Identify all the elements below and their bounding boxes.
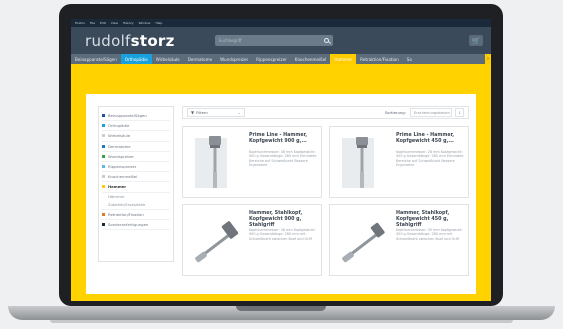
content-panel: Beinapparate/Sägen Orthopädie Wirbelsäul…: [86, 94, 476, 294]
page-background: Beinapparate/Sägen Orthopädie Wirbelsäul…: [71, 64, 491, 301]
sidebar-item-label: Retraktion/Fixation: [108, 211, 144, 217]
sidebar-item-label: Beinapparate/Sägen: [108, 113, 147, 119]
category-color-icon: [102, 185, 105, 189]
category-color-icon: [102, 114, 105, 118]
category-color-icon: [102, 165, 105, 169]
sidebar-item-label: Wirbelsäule: [108, 133, 131, 139]
category-sidebar: Beinapparate/Sägen Orthopädie Wirbelsäul…: [98, 106, 174, 262]
sidebar-item-label: Hammer: [108, 184, 127, 190]
product-card[interactable]: Prime Line - Hammer, Kopfgewicht 900 g,.…: [182, 126, 322, 198]
nav-item-wundspreizer[interactable]: Wundspreizer: [216, 54, 252, 64]
nav-item-hammer[interactable]: Hammer: [330, 54, 357, 64]
sidebar-item-sonderanfertigungen[interactable]: Sonderanfertigungen: [102, 220, 170, 230]
logo-text: rudolf: [85, 31, 131, 50]
category-color-icon: [102, 222, 105, 226]
menubar-item[interactable]: Edit: [100, 21, 106, 25]
cart-icon: 🛒: [471, 36, 481, 45]
site-logo[interactable]: rudolfstorz: [85, 32, 175, 50]
nav-item-wirbelsaeule[interactable]: Wirbelsäule: [152, 54, 184, 64]
nav-scroll-right-icon[interactable]: ›: [485, 54, 491, 64]
category-color-icon: [102, 154, 105, 158]
menubar-item[interactable]: File: [90, 21, 95, 25]
os-menubar: Firefox File Edit View History Window He…: [71, 19, 491, 27]
sidebar-item-label: Sonderanfertigungen: [108, 221, 149, 227]
nav-item-beinapparate[interactable]: Beinapparate/Sägen: [71, 54, 121, 64]
product-description: Kopfdurchmesser: 28 mm Kopfgewicht: 450 …: [396, 150, 464, 168]
product-image-steel-hammer-900[interactable]: [189, 210, 245, 270]
filter-icon: ▼: [191, 110, 195, 115]
sort-direction-button[interactable]: ↓: [455, 108, 464, 117]
product-title[interactable]: Hammer, Stahlkopf, Kopfgewicht 450 g, St…: [396, 211, 464, 229]
laptop-hinge-notch: [236, 306, 326, 311]
nav-item-rippenspreizer[interactable]: Rippenspreizer: [252, 54, 291, 64]
menubar-item[interactable]: Help: [155, 21, 162, 25]
sidebar-item-label: Orthopädie: [108, 123, 130, 129]
search-input[interactable]: Suchbegriff: [214, 35, 333, 46]
category-color-icon: [102, 212, 105, 216]
menubar-item[interactable]: View: [111, 21, 118, 25]
product-description: Kopfdurchmesser: 36 mm Kopfgewicht: 900 …: [249, 150, 317, 168]
search-placeholder: Suchbegriff: [218, 38, 242, 43]
sidebar-item-beinapparate[interactable]: Beinapparate/Sägen: [102, 111, 170, 122]
nav-item-knochenmeissel[interactable]: Knochenmeißel: [291, 54, 331, 64]
menubar-item[interactable]: Firefox: [75, 21, 85, 25]
sort-label: Sortierung:: [384, 110, 406, 115]
category-color-icon: [102, 175, 105, 179]
sidebar-subitem-zubehoer[interactable]: Zubehör/Ersatzteile: [102, 200, 170, 210]
sidebar-item-label: Wundspreizer: [108, 153, 134, 159]
nav-item-dermatome[interactable]: Dermatome: [184, 54, 216, 64]
nav-item-retraktion[interactable]: Retraktion/Fixation: [356, 54, 403, 64]
sidebar-item-rippenspreizer[interactable]: Rippenspreizer: [102, 162, 170, 173]
sidebar-item-hammer[interactable]: Hammer: [102, 182, 170, 193]
nav-item-orthopaedie[interactable]: Orthopädie: [120, 54, 152, 64]
sidebar-item-label: Dermatome: [108, 143, 131, 149]
product-title[interactable]: Hammer, Stahlkopf, Kopfgewicht 900 g, St…: [249, 211, 317, 229]
menubar-item[interactable]: Window: [139, 21, 151, 25]
category-color-icon: [102, 134, 105, 138]
logo-text-bold: storz: [130, 31, 175, 50]
sidebar-subitem-haemmer[interactable]: Hämmer: [102, 193, 170, 200]
laptop-screen: Firefox File Edit View History Window He…: [71, 19, 491, 301]
category-color-icon: [102, 124, 105, 128]
sidebar-item-wundspreizer[interactable]: Wundspreizer: [102, 152, 170, 162]
site-header: rudolfstorz Suchbegriff 🛒: [71, 27, 491, 54]
sidebar-item-label: Knochenmeißel: [108, 174, 138, 180]
product-card[interactable]: Prime Line - Hammer, Kopfgewicht 450 g,.…: [329, 126, 469, 198]
product-card[interactable]: Hammer, Stahlkopf, Kopfgewicht 900 g, St…: [182, 204, 322, 276]
product-image-prime-hammer-900[interactable]: [189, 132, 245, 192]
filter-button[interactable]: ▼ Filtern ⌄: [187, 108, 245, 117]
sidebar-item-retraktion[interactable]: Retraktion/Fixation: [102, 210, 170, 220]
filter-label: Filtern: [196, 110, 208, 115]
cart-button[interactable]: 🛒: [469, 35, 483, 46]
product-title[interactable]: Prime Line - Hammer, Kopfgewicht 450 g,.…: [396, 133, 464, 145]
sidebar-item-label: Rippenspreizer: [108, 164, 137, 170]
main-nav: Beinapparate/Sägen Orthopädie Wirbelsäul…: [71, 54, 491, 64]
chevron-down-icon: ⌄: [237, 110, 241, 115]
sidebar-item-wirbelsaeule[interactable]: Wirbelsäule: [102, 131, 170, 142]
product-description: Kopfdurchmesser: 36 mm Kopfgewicht: 900 …: [249, 228, 316, 241]
sidebar-item-orthopaedie[interactable]: Orthopädie: [102, 121, 170, 132]
laptop-feet: [50, 320, 513, 323]
nav-item-sa[interactable]: Sa: [403, 54, 416, 64]
product-description: Kopfdurchmesser: 35 mm Kopfgewicht: 450 …: [396, 228, 463, 241]
product-card[interactable]: Hammer, Stahlkopf, Kopfgewicht 450 g, St…: [329, 204, 469, 276]
sort-select[interactable]: Erscheinungsdatum: [410, 108, 452, 117]
product-title[interactable]: Prime Line - Hammer, Kopfgewicht 900 g,.…: [249, 133, 317, 145]
listing-toolbar: ▼ Filtern ⌄ Sortierung: Erscheinungsdatu…: [182, 106, 469, 119]
product-image-steel-hammer-450[interactable]: [336, 210, 392, 270]
sidebar-item-dermatome[interactable]: Dermatome: [102, 142, 170, 152]
sidebar-item-knochenmeissel[interactable]: Knochenmeißel: [102, 172, 170, 183]
category-color-icon: [102, 144, 105, 148]
search-icon[interactable]: [323, 38, 329, 43]
product-image-prime-hammer-450[interactable]: [336, 132, 392, 192]
menubar-item[interactable]: History: [123, 21, 134, 25]
